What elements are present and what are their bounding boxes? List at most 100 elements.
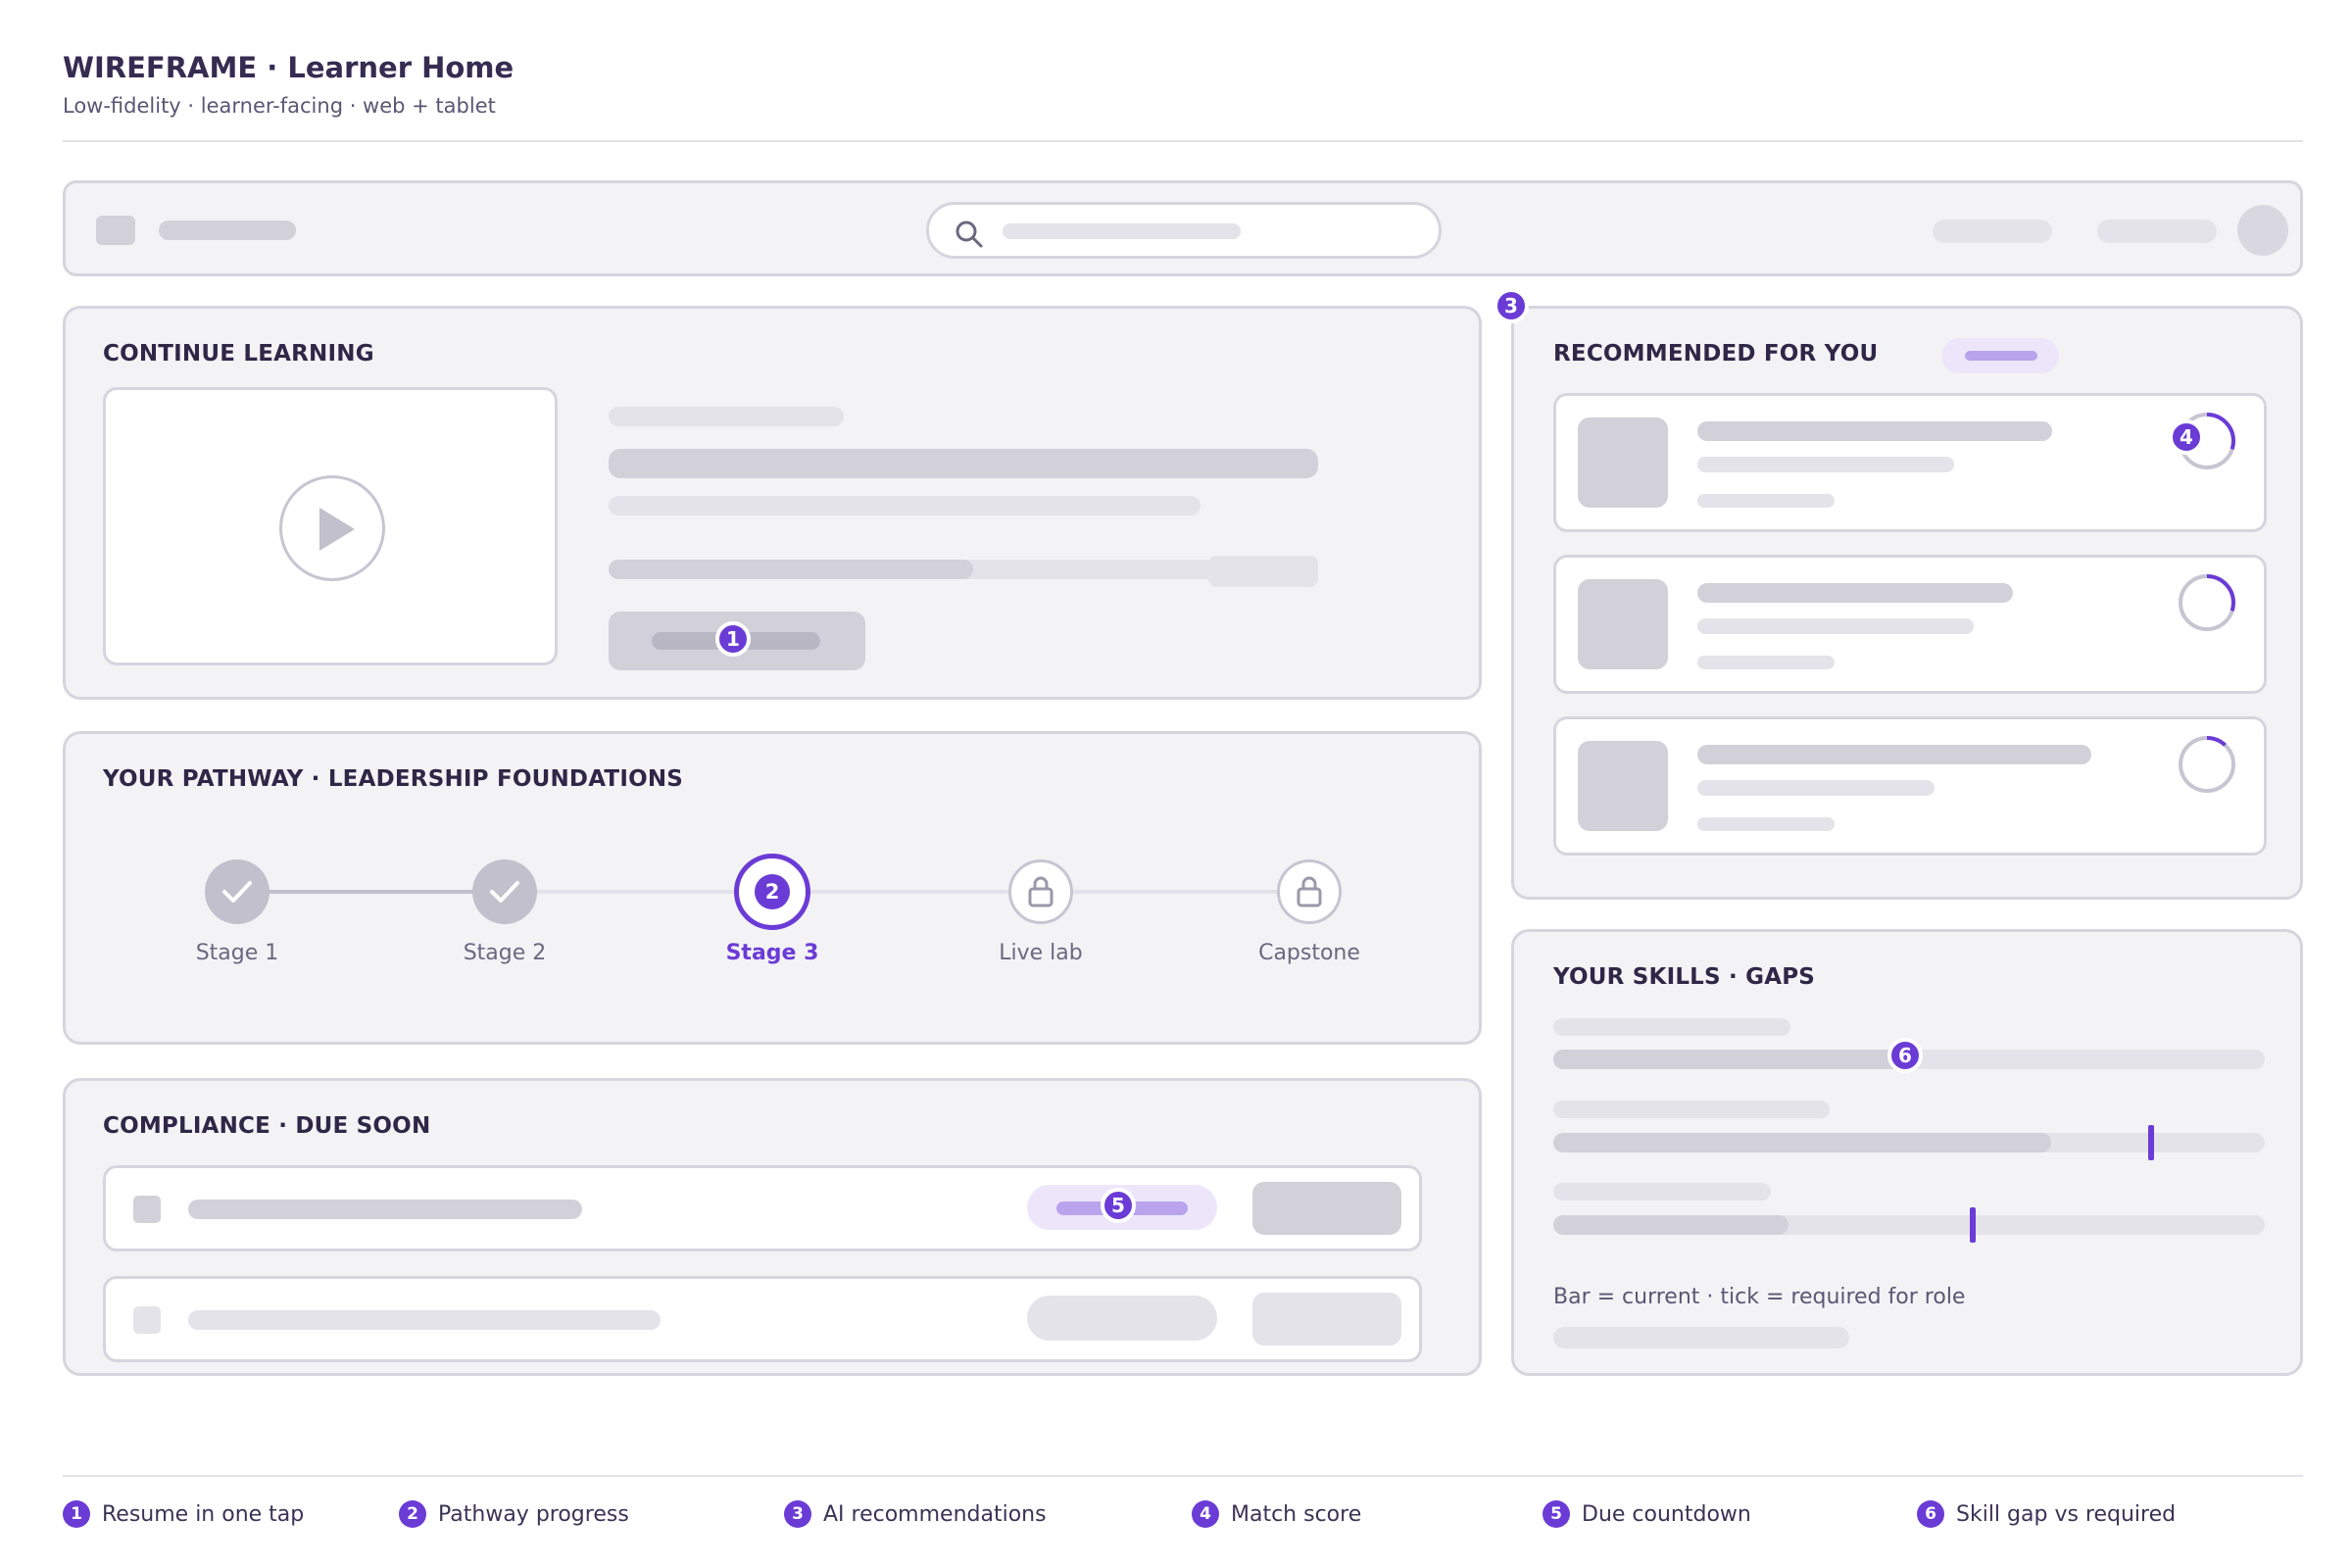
recommendation-meta-placeholder: [1697, 780, 1935, 796]
legend-item-2: 2 Pathway progress: [399, 1499, 629, 1529]
recommendation-meta-placeholder: [1697, 457, 1954, 472]
page-subtitle: Low-fidelity · learner-facing · web + ta…: [63, 94, 496, 118]
legend-label: Resume in one tap: [102, 1501, 305, 1527]
top-nav: [63, 180, 2303, 276]
compliance-heading: COMPLIANCE · DUE SOON: [103, 1113, 431, 1139]
skill-current-fill: [1553, 1133, 2052, 1152]
stage-4-node[interactable]: [1008, 859, 1073, 924]
legend-label: Skill gap vs required: [1956, 1501, 2177, 1527]
stage-1-node[interactable]: [205, 859, 270, 924]
legend-item-5: 5 Due countdown: [1543, 1499, 1751, 1529]
skill-bar-track: 6: [1553, 1038, 2265, 1073]
recommendation-tag-placeholder: [1697, 817, 1835, 831]
annotation-badge-5: 5: [1101, 1188, 1136, 1223]
search-icon: [956, 220, 983, 248]
stage-5-node[interactable]: [1277, 859, 1342, 924]
video-thumbnail[interactable]: [103, 387, 558, 665]
due-countdown-chip: [1027, 1296, 1217, 1341]
legend-number: 2: [399, 1500, 426, 1528]
stage-4-label: Live lab: [999, 941, 1083, 965]
legend-label: Match score: [1231, 1501, 1362, 1527]
search-input[interactable]: [926, 202, 1442, 259]
footer-divider: [63, 1475, 2303, 1477]
play-button[interactable]: [279, 475, 385, 581]
compliance-row[interactable]: [103, 1276, 1422, 1362]
recommendation-title-placeholder: [1697, 421, 2052, 441]
continue-learning-panel: CONTINUE LEARNING 1: [63, 306, 1482, 700]
match-score-ring: [2179, 736, 2235, 793]
legend-label: Due countdown: [1582, 1501, 1751, 1527]
compliance-action-button[interactable]: [1252, 1182, 1401, 1235]
annotation-badge-2: 2: [755, 874, 790, 909]
page-title: WIREFRAME · Learner Home: [63, 51, 514, 84]
lock-icon: [1297, 876, 1322, 907]
stage-5-label: Capstone: [1258, 941, 1360, 965]
nav-link-placeholder[interactable]: [2097, 220, 2217, 243]
pathway-connector-done: [241, 890, 509, 894]
legend-label: Pathway progress: [438, 1501, 629, 1527]
compliance-action-button[interactable]: [1252, 1293, 1401, 1346]
nav-link-placeholder[interactable]: [1933, 220, 2052, 243]
compliance-title-placeholder: [188, 1200, 582, 1219]
recommendation-tag-placeholder: [1697, 656, 1835, 669]
course-progress-track: [609, 560, 1216, 579]
logo-placeholder[interactable]: [96, 216, 135, 245]
recommendation-thumbnail: [1578, 741, 1668, 831]
skill-bar-track: [1553, 1125, 2265, 1160]
legend-item-3: 3 AI recommendations: [784, 1499, 1047, 1529]
legend-number: 4: [1192, 1500, 1219, 1528]
progress-label-placeholder: [1208, 556, 1318, 587]
annotation-badge-6: 6: [1887, 1038, 1923, 1073]
play-icon: [319, 508, 355, 551]
annotation-badge-1: 1: [715, 621, 751, 657]
lock-icon: [1028, 876, 1054, 907]
compliance-checkbox[interactable]: [133, 1196, 161, 1223]
stage-1-label: Stage 1: [195, 941, 279, 965]
check-icon: [490, 881, 519, 903]
skill-name-placeholder: [1553, 1018, 1790, 1036]
compliance-row[interactable]: 5: [103, 1165, 1422, 1251]
course-title-placeholder: [609, 449, 1318, 478]
ai-chip: [1941, 338, 2059, 373]
legend-item-1: 1 Resume in one tap: [63, 1499, 304, 1529]
recommendation-title-placeholder: [1697, 745, 2091, 764]
stage-3-label: Stage 3: [725, 941, 819, 965]
skill-required-tick: [2147, 1125, 2154, 1160]
legend-item-4: 4 Match score: [1192, 1499, 1361, 1529]
legend-number: 6: [1917, 1500, 1944, 1528]
skill-bar-track: [1553, 1207, 2265, 1243]
recommendation-thumbnail: [1578, 579, 1668, 669]
check-icon: [222, 881, 252, 903]
continue-learning-heading: CONTINUE LEARNING: [103, 341, 374, 367]
skill-name-placeholder: [1553, 1101, 1830, 1118]
annotation-badge-3: 3: [1494, 288, 1529, 323]
compliance-panel: COMPLIANCE · DUE SOON 5: [63, 1078, 1482, 1376]
recommendation-title-placeholder: [1697, 583, 2013, 603]
recommendation-card[interactable]: [1553, 393, 2267, 532]
skills-link-placeholder[interactable]: [1553, 1327, 1849, 1348]
pathway-connector-pending: [509, 890, 1312, 894]
recommended-panel: RECOMMENDED FOR YOU 4: [1511, 306, 2303, 900]
ai-chip-placeholder: [1965, 351, 2037, 361]
recommendation-card[interactable]: [1553, 555, 2267, 694]
skill-current-fill: [1553, 1050, 1909, 1069]
recommendation-meta-placeholder: [1697, 618, 1974, 634]
stage-2-label: Stage 2: [463, 941, 547, 965]
match-ring-track: [2179, 736, 2235, 793]
search-placeholder: [1003, 223, 1241, 239]
skills-legend-note: Bar = current · tick = required for role: [1553, 1285, 1966, 1309]
legend-item-6: 6 Skill gap vs required: [1917, 1499, 2176, 1529]
match-score-ring: [2179, 574, 2235, 631]
course-meta-placeholder: [609, 407, 844, 426]
compliance-checkbox[interactable]: [133, 1306, 161, 1334]
legend-number: 5: [1543, 1500, 1570, 1528]
skill-required-tick: [1970, 1207, 1977, 1243]
course-progress-fill: [609, 560, 973, 579]
recommendation-thumbnail: [1578, 417, 1668, 508]
brand-placeholder: [159, 220, 296, 240]
stage-3-node[interactable]: 2: [734, 854, 810, 930]
recommendation-card[interactable]: [1553, 716, 2267, 856]
avatar[interactable]: [2237, 205, 2288, 256]
recommendation-tag-placeholder: [1697, 494, 1835, 508]
stage-2-node[interactable]: [472, 859, 537, 924]
